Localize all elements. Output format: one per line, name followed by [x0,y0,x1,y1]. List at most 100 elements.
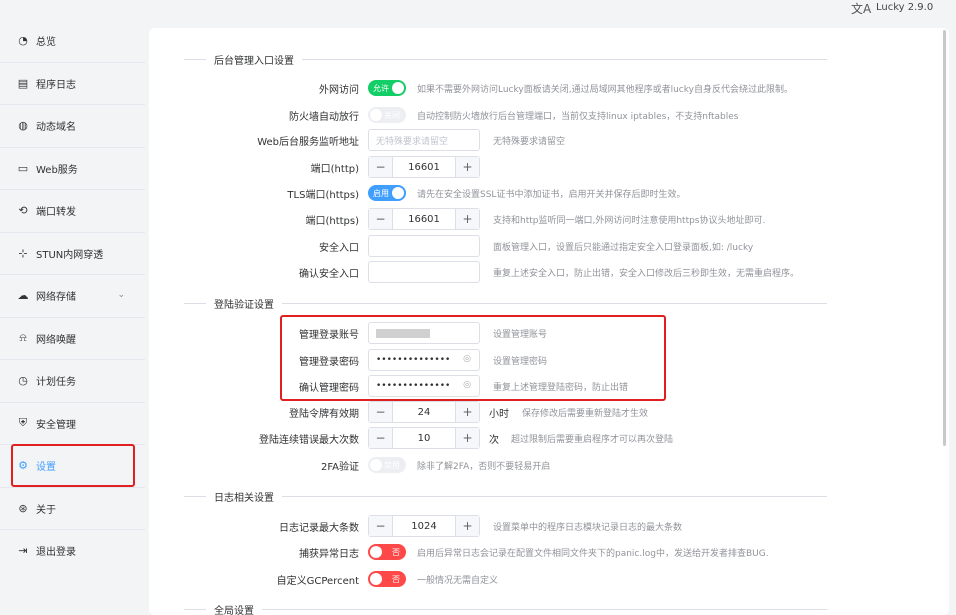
row-firewall: 防火墙自动放行 关闭 自动控制防火墙放行后台管理端口，当前仅支持linux ip… [149,104,949,126]
chevron-down-icon: ⌄ [117,290,125,300]
decrement-button[interactable]: − [369,157,393,177]
http-port-stepper[interactable]: − 16601 + [368,156,480,178]
field-label: TLS端口(https) [287,190,359,201]
sidebar-item-logs[interactable]: ▤ 程序日志 [0,66,145,100]
confirm-safe-entry-input[interactable] [368,261,480,283]
safe-entry-input[interactable] [368,235,480,257]
divider [0,529,145,530]
increment-button[interactable]: + [455,428,479,448]
field-label: 日志记录最大条数 [279,523,359,534]
top-bar: 文A Lucky 2.9.0 [0,0,956,18]
divider [0,487,145,488]
section-admin-entry: 后台管理入口设置 [184,52,827,67]
field-hint: 保存修改后需要重新登陆才生效 [522,409,649,419]
divider [0,359,145,360]
divider [0,147,145,148]
sidebar-item-tasks[interactable]: ◷ 计划任务 [0,363,145,397]
sidebar-item-storage[interactable]: ☁ 网络存储 ⌄ [0,278,145,312]
row-panic-log: 捕获异常日志 否 启用后异常日志会记录在配置文件相同文件夹下的panic.log… [149,541,949,563]
increment-button[interactable]: + [455,402,479,422]
row-token-valid: 登陆令牌有效期 − 24 + 小时 保存修改后需要重新登陆才生效 [149,401,949,423]
version-label: Lucky 2.9.0 [876,2,934,13]
row-gc-percent: 自定义GCPercent 否 一般情况无需自定义 [149,568,949,590]
field-label: 端口(https) [305,216,359,227]
field-hint: 超过限制后需要重启程序才可以再次登陆 [511,435,674,445]
sidebar-item-wol[interactable]: ⍾ 网络唤醒 [0,321,145,355]
twofa-switch[interactable]: 禁用 [368,457,406,473]
sidebar-item-label: Web服务 [36,164,78,176]
logout-icon: ⇥ [18,543,28,557]
stun-icon: ⊹ [18,246,28,260]
stepper-value[interactable]: 24 [393,407,455,418]
divider [0,62,145,63]
sidebar-item-stun[interactable]: ⊹ STUN内网穿透 [0,236,145,270]
field-label: 2FA验证 [320,462,359,473]
stepper-value[interactable]: 1024 [393,521,455,532]
increment-button[interactable]: + [455,516,479,536]
https-port-stepper[interactable]: − 16601 + [368,208,480,230]
row-listen-address: Web后台服务监听地址 无特殊要求请留空 无特殊要求请留空 [149,129,949,151]
divider [0,232,145,233]
sidebar-item-about[interactable]: ⊛ 关于 [0,491,145,525]
about-icon: ⊛ [18,501,28,515]
sidebar-item-security[interactable]: ⛨ 安全管理 [0,406,145,440]
section-title: 全局设置 [214,605,254,615]
field-hint: 设置菜单中的程序日志模块记录日志的最大条数 [493,523,683,533]
field-label: Web后台服务监听地址 [257,137,359,148]
decrement-button[interactable]: − [369,209,393,229]
max-errors-stepper[interactable]: − 10 + [368,427,480,449]
listen-address-input[interactable]: 无特殊要求请留空 [368,129,480,151]
firewall-switch[interactable]: 关闭 [368,107,406,123]
row-log-max: 日志记录最大条数 − 1024 + 设置菜单中的程序日志模块记录日志的最大条数 [149,515,949,537]
row-http-port: 端口(http) − 16601 + [149,156,949,178]
section-title: 登陆验证设置 [214,299,274,311]
stepper-value[interactable]: 16601 [393,162,455,173]
divider [0,317,145,318]
sidebar-item-label: 关于 [36,504,56,516]
shield-icon: ⛨ [18,416,28,429]
token-valid-stepper[interactable]: − 24 + [368,401,480,423]
sidebar-item-label: 程序日志 [36,79,76,91]
sidebar-item-label: 网络唤醒 [36,334,76,346]
gc-percent-switch[interactable]: 否 [368,571,406,587]
decrement-button[interactable]: − [369,402,393,422]
field-hint: 如果不需要外网访问Lucky面板请关闭,通过局域网其他程序或者lucky自身反代… [417,85,793,95]
stepper-value[interactable]: 16601 [393,214,455,225]
unit-label: 次 [489,434,499,446]
section-login-auth: 登陆验证设置 [184,296,827,311]
external-access-switch[interactable]: 允许 [368,80,406,96]
field-hint: 支持和http监听同一端口,外网访问时注意使用https协议头地址即可. [493,216,766,226]
sidebar-item-logout[interactable]: ⇥ 退出登录 [0,533,145,567]
sidebar-item-port-forward[interactable]: ⟲ 端口转发 [0,193,145,227]
port-forward-icon: ⟲ [18,203,28,217]
log-max-stepper[interactable]: − 1024 + [368,515,480,537]
section-log: 日志相关设置 [184,489,827,504]
row-max-errors: 登陆连续错误最大次数 − 10 + 次 超过限制后需要重启程序才可以再次登陆 [149,427,949,449]
field-hint: 自动控制防火墙放行后台管理端口，当前仅支持linux iptables，不支持n… [417,112,739,122]
divider [0,189,145,190]
sidebar-item-ddns[interactable]: ◍ 动态域名 [0,108,145,142]
log-icon: ▤ [17,76,29,90]
sidebar-item-web-service[interactable]: ▭ Web服务 [0,151,145,185]
translate-icon[interactable]: 文A [851,0,871,17]
web-service-icon: ▭ [17,161,29,175]
divider [0,402,145,403]
field-label: 捕获异常日志 [299,549,359,560]
field-hint: 一般情况无需自定义 [417,576,499,586]
panic-log-switch[interactable]: 否 [368,544,406,560]
field-label: 端口(http) [310,164,359,175]
increment-button[interactable]: + [455,209,479,229]
increment-button[interactable]: + [455,157,479,177]
scrollbar[interactable] [943,30,946,446]
decrement-button[interactable]: − [369,516,393,536]
section-title: 后台管理入口设置 [214,55,294,67]
row-https-port: 端口(https) − 16601 + 支持和http监听同一端口,外网访问时注… [149,208,949,230]
sidebar-item-overview[interactable]: ◔ 总览 [0,23,145,57]
tls-switch[interactable]: 启用 [368,185,406,201]
decrement-button[interactable]: − [369,428,393,448]
stepper-value[interactable]: 10 [393,433,455,444]
field-hint: 无特殊要求请留空 [493,137,566,147]
row-safe-entry: 安全入口 面板管理入口，设置后只能通过指定安全入口登录面板,如: /lucky [149,235,949,257]
sidebar-item-label: 退出登录 [36,546,76,558]
sidebar-item-label: STUN内网穿透 [36,249,104,261]
